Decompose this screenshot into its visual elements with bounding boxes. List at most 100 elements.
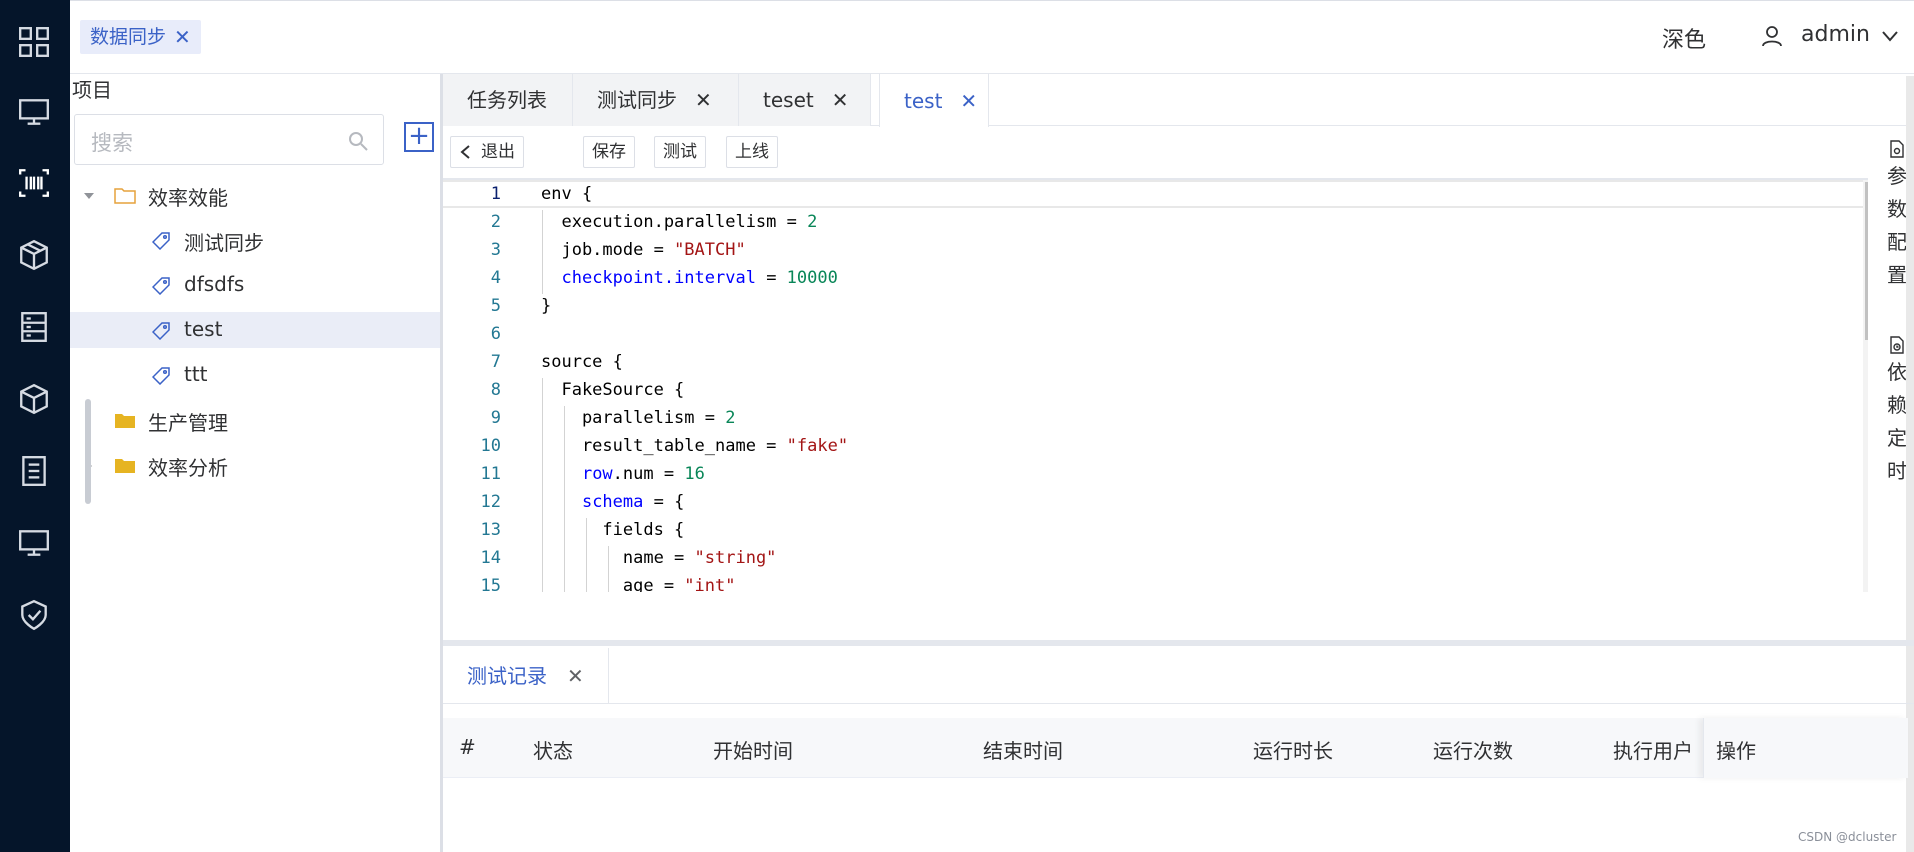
- editor-scrollbar-thumb[interactable]: [1865, 182, 1868, 340]
- code-text: execution.parallelism = 2: [541, 212, 818, 232]
- sidebar-scrollbar[interactable]: [85, 399, 91, 504]
- box-icon[interactable]: [15, 380, 53, 418]
- code-line[interactable]: 14 name = "string": [443, 544, 1863, 572]
- line-number: 14: [480, 548, 501, 568]
- breadcrumb-tag-label: 数据同步: [90, 26, 167, 48]
- line-number: 2: [490, 212, 501, 232]
- code-line[interactable]: 6: [443, 320, 1863, 348]
- tree-item-ttt[interactable]: ttt: [70, 357, 440, 393]
- desktop-icon[interactable]: [15, 524, 53, 562]
- tab-test[interactable]: test ✕: [879, 74, 989, 127]
- user-name[interactable]: admin: [1801, 22, 1870, 47]
- code-line[interactable]: 11 row.num = 16: [443, 460, 1863, 488]
- operations-column-header: 操作: [1703, 718, 1908, 778]
- tree-item-test-sync[interactable]: 测试同步: [70, 222, 440, 258]
- tree-label: dfsdfs: [184, 272, 245, 296]
- code-line[interactable]: 15 age = "int": [443, 572, 1863, 592]
- monitor-icon[interactable]: [15, 93, 53, 131]
- code-text: }: [541, 296, 552, 316]
- search-icon: [349, 132, 368, 151]
- folder-icon: [115, 414, 135, 428]
- column-header[interactable]: 结束时间: [983, 735, 1063, 764]
- line-number: 4: [490, 268, 501, 288]
- code-line[interactable]: 1 env {: [443, 180, 1863, 208]
- line-number: 6: [490, 324, 501, 344]
- tree-label: ttt: [184, 362, 208, 386]
- tree-item-test[interactable]: test: [70, 312, 440, 348]
- shield-check-icon[interactable]: [15, 596, 53, 634]
- tab-task-list[interactable]: 任务列表: [443, 74, 573, 126]
- line-number: 12: [480, 492, 501, 512]
- panel-splitter[interactable]: [443, 640, 1914, 646]
- tab-teset[interactable]: teset ✕: [739, 74, 871, 126]
- document-list-icon[interactable]: [15, 452, 53, 490]
- chevron-down-icon[interactable]: [1880, 26, 1900, 46]
- server-icon[interactable]: [15, 308, 53, 346]
- user-icon: [1762, 26, 1782, 47]
- caret-down-icon[interactable]: [82, 189, 96, 203]
- exit-label: 退出: [481, 142, 515, 162]
- code-line[interactable]: 5 }: [443, 292, 1863, 320]
- code-text: job.mode = "BATCH": [541, 240, 746, 260]
- line-number: 5: [490, 296, 501, 316]
- column-header[interactable]: 执行用户: [1613, 735, 1693, 764]
- test-label: 测试: [663, 142, 697, 162]
- line-number: 1: [490, 184, 501, 204]
- column-header[interactable]: 操作: [1716, 735, 1756, 764]
- code-text: fields {: [541, 520, 685, 540]
- close-icon[interactable]: ✕: [695, 74, 712, 126]
- column-header[interactable]: 状态: [533, 735, 573, 764]
- folder-open-icon: [114, 188, 136, 204]
- tab-label: teset: [763, 88, 814, 112]
- code-line[interactable]: 9 parallelism = 2: [443, 404, 1863, 432]
- code-line[interactable]: 10 result_table_name = "fake": [443, 432, 1863, 460]
- breadcrumb-tag[interactable]: 数据同步 ✕: [80, 20, 201, 54]
- tree-label: test: [184, 317, 223, 341]
- tree-folder-efficiency[interactable]: 效率效能: [70, 177, 440, 213]
- code-editor[interactable]: 1 env { 2 execution.parallelism = 2 3 jo…: [443, 178, 1868, 592]
- indent-guide: [564, 406, 565, 592]
- save-button[interactable]: 保存: [583, 136, 635, 168]
- column-header[interactable]: #: [459, 735, 476, 759]
- code-text: name = "string": [541, 548, 777, 568]
- line-number: 8: [490, 380, 501, 400]
- project-sidebar: 项目 搜索 + 效率效能 测试同步 dfsdfs test ttt 生产管理 效…: [70, 74, 443, 852]
- exit-button[interactable]: 退出: [450, 136, 524, 168]
- code-line[interactable]: 12 schema = {: [443, 488, 1863, 516]
- tab-test-sync[interactable]: 测试同步 ✕: [573, 74, 739, 126]
- tree-label: 效率效能: [148, 186, 228, 210]
- barcode-icon[interactable]: [15, 164, 53, 202]
- tree-folder-analysis[interactable]: 效率分析: [70, 447, 440, 483]
- code-line[interactable]: 13 fields {: [443, 516, 1863, 544]
- save-label: 保存: [592, 142, 626, 162]
- file-settings-icon: [1890, 140, 1904, 158]
- search-input[interactable]: 搜索: [74, 114, 384, 165]
- code-line[interactable]: 4 checkpoint.interval = 10000: [443, 264, 1863, 292]
- close-icon[interactable]: ✕: [174, 20, 191, 54]
- column-header[interactable]: 运行次数: [1433, 735, 1513, 764]
- grid-icon[interactable]: [15, 23, 53, 61]
- close-icon[interactable]: ✕: [960, 75, 977, 127]
- add-project-button[interactable]: +: [404, 122, 434, 152]
- close-icon[interactable]: ✕: [832, 74, 849, 126]
- records-table-header: # 状态 开始时间 结束时间 运行时长 运行次数 执行用户 操作: [443, 718, 1908, 778]
- cube-icon[interactable]: [15, 236, 53, 274]
- code-text: schema = {: [581, 492, 685, 512]
- close-icon[interactable]: ✕: [567, 648, 584, 704]
- column-header[interactable]: 运行时长: [1253, 735, 1333, 764]
- column-header[interactable]: 开始时间: [713, 735, 793, 764]
- tab-test-records[interactable]: 测试记录 ✕: [443, 648, 609, 704]
- theme-toggle[interactable]: 深色: [1662, 22, 1706, 54]
- file-clock-icon: [1890, 336, 1904, 354]
- code-line[interactable]: 2 execution.parallelism = 2: [443, 208, 1863, 236]
- test-button[interactable]: 测试: [654, 136, 706, 168]
- online-button[interactable]: 上线: [726, 136, 778, 168]
- code-line[interactable]: 7 source {: [443, 348, 1863, 376]
- tab-label: 测试同步: [597, 88, 677, 112]
- tab-label: 任务列表: [467, 88, 547, 112]
- tree-item-dfsdfs[interactable]: dfsdfs: [70, 267, 440, 303]
- code-line[interactable]: 8 FakeSource {: [443, 376, 1863, 404]
- tree-folder-production[interactable]: 生产管理: [70, 402, 440, 438]
- code-line[interactable]: 3 job.mode = "BATCH": [443, 236, 1863, 264]
- folder-icon: [115, 459, 135, 473]
